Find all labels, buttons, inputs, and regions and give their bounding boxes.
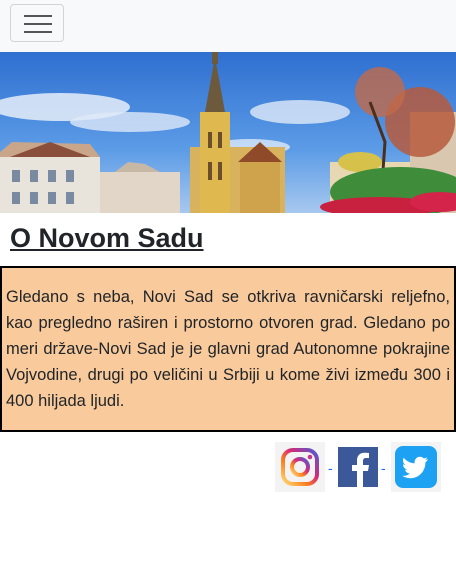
twitter-link[interactable] <box>391 442 441 492</box>
twitter-icon <box>391 442 441 492</box>
separator: - <box>381 460 386 476</box>
facebook-link[interactable] <box>334 442 384 492</box>
hamburger-icon <box>24 15 52 33</box>
title-section: O Novom Sadu <box>0 213 456 266</box>
about-paragraph: Gledano s neba, Novi Sad se otkriva ravn… <box>6 288 450 410</box>
navbar-toggle-button[interactable] <box>10 4 64 42</box>
facebook-icon <box>334 442 384 492</box>
about-textbox: Gledano s neba, Novi Sad se otkriva ravn… <box>0 266 456 432</box>
page-title: O Novom Sadu <box>10 223 204 253</box>
instagram-icon <box>275 442 325 492</box>
separator: - <box>328 460 333 476</box>
instagram-link[interactable] <box>275 442 325 492</box>
social-links: - - <box>0 432 456 492</box>
navbar <box>0 0 456 52</box>
hero-image <box>0 52 456 213</box>
